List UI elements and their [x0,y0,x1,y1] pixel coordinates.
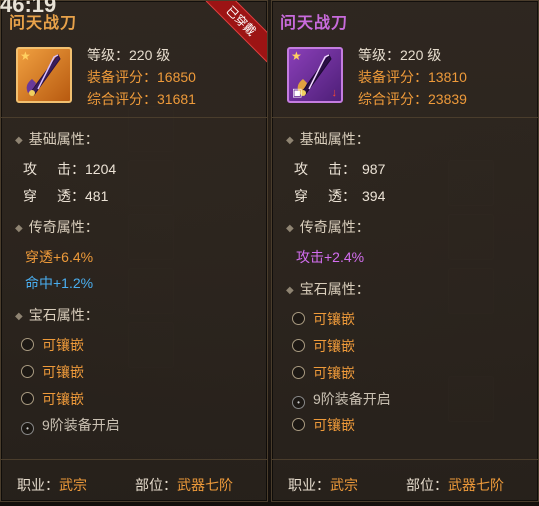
legend-attr-attack: 攻击+2.4% [296,249,365,265]
diamond-icon: ◆ [286,285,294,296]
legend-attr-hit: 命中+1.2% [25,275,94,291]
compare-item-tooltip: 问天战刀 ★ ▣ ↓ 等级：220 级 装备评分：13810 综合评分：2383… [271,0,539,502]
gem-slot[interactable]: 可镶嵌 [21,389,84,409]
lock-icon: • [292,396,305,409]
level-row: 等级：220 级 [87,47,171,63]
gem-slot[interactable]: 可镶嵌 [292,309,355,329]
basic-attrs-header: ◆ 基础属性： [15,131,99,147]
item-title: 问天战刀 [280,15,349,32]
gem-socket-icon [21,365,34,378]
gem-slot-locked: • 9阶装备开启 [21,415,120,435]
legend-attrs-header: ◆ 传奇属性： [286,219,370,235]
gem-socket-icon [292,366,305,379]
legend-attrs-header: ◆ 传奇属性： [15,219,99,235]
item-icon[interactable]: ★ [16,47,72,103]
gem-slot[interactable]: 可镶嵌 [292,336,355,356]
divider [1,117,267,118]
diamond-icon: ◆ [15,311,23,322]
gem-socket-icon [292,339,305,352]
diamond-icon: ◆ [15,223,23,234]
gem-socket-icon [21,338,34,351]
gem-slot[interactable]: 可镶嵌 [21,362,84,382]
attack-row: 攻击：1204 [23,161,117,177]
divider [1,459,267,460]
basic-attrs-header: ◆ 基础属性： [286,131,370,147]
equipped-item-tooltip: 问天战刀 已穿戴 ★ 等级：220 级 装备评分：16850 综合评分：3168… [0,0,268,502]
diamond-icon: ◆ [15,135,23,146]
gem-slot[interactable]: 可镶嵌 [21,335,84,355]
job-field: 职业：武宗 [288,477,358,493]
pierce-row: 穿透：481 [23,188,109,204]
lock-icon: • [21,422,34,435]
divider [272,459,538,460]
item-icon[interactable]: ★ ▣ ↓ [287,47,343,103]
level-row: 等级：220 级 [358,47,442,63]
divider [272,117,538,118]
gem-socket-icon [292,312,305,325]
attack-row: 攻击： 987 [294,161,386,177]
slot-field: 部位：武器七阶 [406,477,504,493]
gem-socket-icon [21,392,34,405]
gem-slot[interactable]: 可镶嵌 [292,415,355,435]
sword-icon [26,54,61,96]
arrow-down-icon: ↓ [331,87,338,99]
equip-score-row: 装备评分：13810 [358,69,467,85]
gem-attrs-header: ◆ 宝石属性： [286,281,370,297]
lock-icon: ▣ [292,87,303,99]
gem-slot[interactable]: 可镶嵌 [292,363,355,383]
gem-attrs-header: ◆ 宝石属性： [15,307,99,323]
equipped-ribbon: 已穿戴 [199,1,267,63]
legend-attr-pierce: 穿透+6.4% [25,249,94,265]
equip-score-row: 装备评分：16850 [87,69,196,85]
total-score-row: 综合评分：23839 [358,91,467,107]
diamond-icon: ◆ [286,223,294,234]
pierce-row: 穿透： 394 [294,188,386,204]
diamond-icon: ◆ [286,135,294,146]
job-field: 职业：武宗 [17,477,87,493]
gem-slot-locked: • 9阶装备开启 [292,389,391,409]
slot-field: 部位：武器七阶 [135,477,233,493]
total-score-row: 综合评分：31681 [87,91,196,107]
countdown-timer: 46:19 [0,0,57,17]
gem-socket-icon [292,418,305,431]
